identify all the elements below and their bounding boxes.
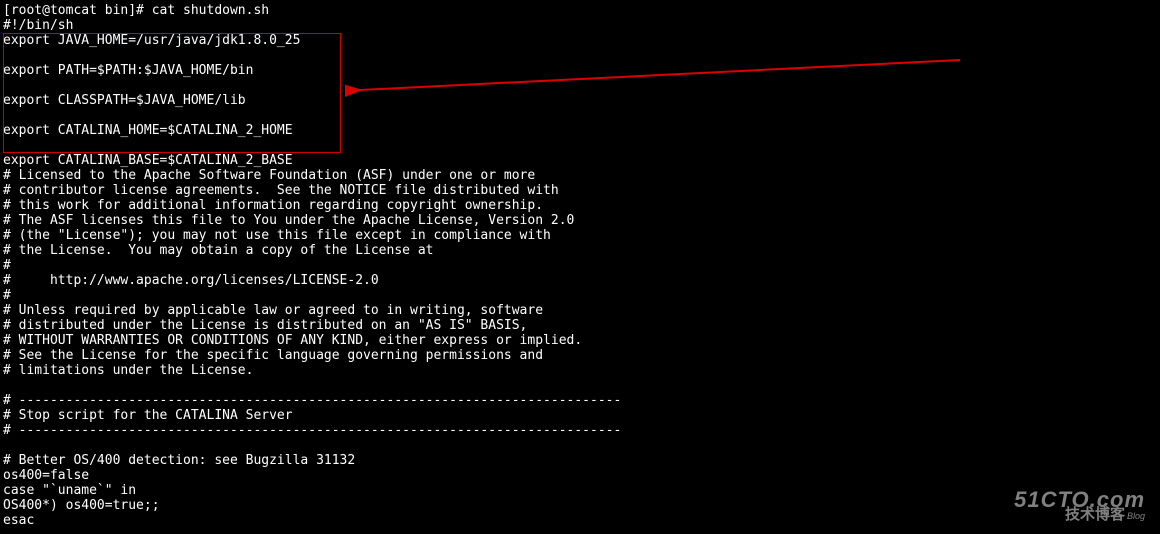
watermark-blog: Blog — [1127, 511, 1145, 521]
watermark-text: 技术博客 — [1065, 506, 1125, 523]
watermark-url: 51CTO.com — [1014, 492, 1145, 507]
watermark: 51CTO.com 技术博客Blog — [1014, 492, 1145, 524]
terminal-output[interactable]: [root@tomcat bin]# cat shutdown.sh #!/bi… — [3, 3, 621, 528]
terminal-text: [root@tomcat bin]# cat shutdown.sh #!/bi… — [3, 3, 621, 528]
